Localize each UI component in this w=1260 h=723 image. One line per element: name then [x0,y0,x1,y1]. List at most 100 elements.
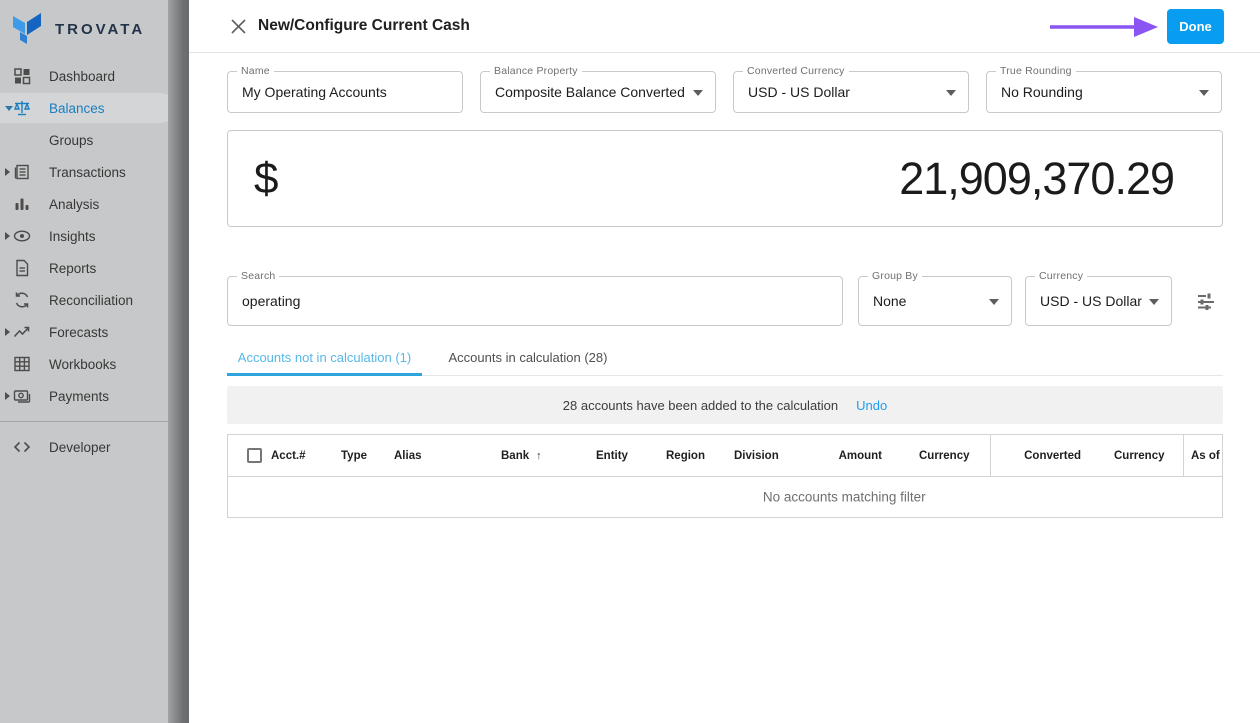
sidebar-item-reconciliation[interactable]: Reconciliation [0,284,189,316]
true-rounding-value: No Rounding [987,72,1221,112]
column-header-acct[interactable]: Acct.# [271,435,306,476]
column-header-type[interactable]: Type [341,435,367,476]
sidebar-item-insights[interactable]: Insights [0,220,189,252]
balances-icon [13,99,31,117]
sidebar-item-label: Analysis [49,197,99,212]
name-field-value: My Operating Accounts [228,72,462,112]
column-header-entity[interactable]: Entity [596,435,628,476]
dropdown-caret-icon [1149,299,1159,305]
column-header-alias[interactable]: Alias [394,435,422,476]
sidebar-item-label: Reconciliation [49,293,133,308]
select-all-checkbox[interactable] [247,448,262,463]
sidebar-edge-shadow [168,0,189,723]
sidebar-item-forecasts[interactable]: Forecasts [0,316,189,348]
column-header-as-of[interactable]: As of [1191,435,1220,476]
analysis-icon [13,195,31,213]
sidebar-item-groups[interactable]: Groups [0,124,189,156]
sidebar-nav: Dashboard Balances Groups Transactions A… [0,60,189,463]
tab-accounts-in-calculation[interactable]: Accounts in calculation (28) [422,340,634,375]
sidebar-item-label: Groups [49,133,93,148]
column-header-amount[interactable]: Amount [839,435,882,476]
accounts-table: Acct.# Type Alias Bank ↑ Entity Region D… [227,434,1223,518]
brand-name: TROVATA [55,21,145,38]
search-input[interactable]: Search operating [227,276,843,326]
trovata-logo-icon [12,13,42,45]
insights-icon [13,227,31,245]
table-empty-row: No accounts matching filter [228,477,1222,517]
dropdown-caret-icon [946,90,956,96]
sidebar-divider [0,421,170,422]
dashboard-icon [13,67,31,85]
chevron-right-icon[interactable] [5,328,10,336]
search-value: operating [228,277,842,325]
account-tabs: Accounts not in calculation (1) Accounts… [227,340,1223,376]
sidebar-item-label: Forecasts [49,325,108,340]
notice-bar: 28 accounts have been added to the calcu… [227,386,1223,424]
column-divider [990,435,991,476]
filter-settings-icon[interactable] [1195,290,1217,312]
converted-currency-value: USD - US Dollar [734,72,968,112]
true-rounding-label: True Rounding [996,65,1076,77]
reconciliation-icon [13,291,31,309]
column-header-converted-currency[interactable]: Currency [1114,435,1165,476]
name-field[interactable]: Name My Operating Accounts [227,71,463,113]
chevron-right-icon[interactable] [5,168,10,176]
sidebar-item-developer[interactable]: Developer [0,431,189,463]
sidebar-item-analysis[interactable]: Analysis [0,188,189,220]
sidebar-item-label: Balances [49,101,105,116]
page-title: New/Configure Current Cash [258,17,470,35]
tab-accounts-not-in-calculation[interactable]: Accounts not in calculation (1) [227,340,422,375]
notice-message: 28 accounts have been added to the calcu… [563,398,838,413]
undo-link[interactable]: Undo [856,398,887,413]
dropdown-caret-icon [989,299,999,305]
brand: TROVATA [0,0,189,58]
done-button[interactable]: Done [1167,9,1224,44]
topbar: New/Configure Current Cash Done [189,0,1260,53]
total-amount-panel: $ 21,909,370.29 [227,130,1223,227]
main-panel: New/Configure Current Cash Done Name My … [189,0,1260,723]
column-divider [1183,435,1184,476]
sidebar-item-label: Developer [49,440,111,455]
close-icon[interactable] [230,18,247,35]
currency-select[interactable]: Currency USD - US Dollar [1025,276,1172,326]
payments-icon [13,387,31,405]
sidebar-item-transactions[interactable]: Transactions [0,156,189,188]
name-field-label: Name [237,65,274,77]
column-header-region[interactable]: Region [666,435,705,476]
sidebar-item-workbooks[interactable]: Workbooks [0,348,189,380]
annotation-arrow [1050,14,1158,40]
forecasts-icon [13,323,31,341]
developer-icon [13,438,31,456]
column-header-division[interactable]: Division [734,435,779,476]
sidebar-item-reports[interactable]: Reports [0,252,189,284]
sidebar-item-balances[interactable]: Balances [0,92,189,124]
true-rounding-select[interactable]: True Rounding No Rounding [986,71,1222,113]
column-header-converted[interactable]: Converted [1024,435,1081,476]
chevron-down-icon[interactable] [5,106,13,111]
converted-currency-label: Converted Currency [743,65,849,77]
sidebar-item-label: Workbooks [49,357,116,372]
column-header-bank[interactable]: Bank ↑ [501,435,542,476]
currency-symbol: $ [254,154,278,204]
sidebar-item-label: Transactions [49,165,126,180]
total-amount-value: 21,909,370.29 [899,153,1174,205]
transactions-icon [13,163,31,181]
chevron-right-icon[interactable] [5,232,10,240]
balance-property-select[interactable]: Balance Property Composite Balance Conve… [480,71,716,113]
sidebar-item-dashboard[interactable]: Dashboard [0,60,189,92]
column-header-label: Bank [501,450,529,462]
dropdown-caret-icon [693,90,703,96]
sidebar-item-label: Payments [49,389,109,404]
search-label: Search [237,270,279,282]
column-header-currency[interactable]: Currency [919,435,970,476]
sort-asc-icon: ↑ [536,450,542,462]
empty-state-message: No accounts matching filter [763,490,926,505]
converted-currency-select[interactable]: Converted Currency USD - US Dollar [733,71,969,113]
workbooks-icon [13,355,31,373]
group-by-select[interactable]: Group By None [858,276,1012,326]
balance-property-value: Composite Balance Converted [481,72,715,112]
reports-icon [13,259,31,277]
chevron-right-icon[interactable] [5,392,10,400]
sidebar-item-payments[interactable]: Payments [0,380,189,412]
sidebar-item-label: Dashboard [49,69,115,84]
